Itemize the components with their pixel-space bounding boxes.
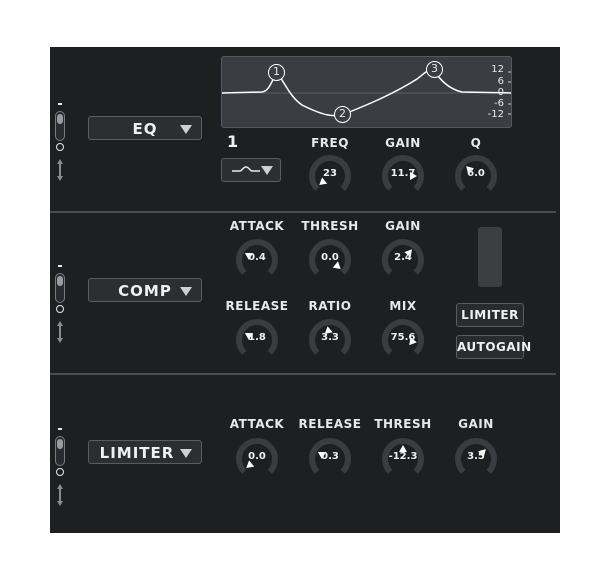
drag-handle-icon[interactable] [57, 484, 63, 506]
toggle-track [55, 273, 65, 303]
comp-ratio-knob[interactable]: 3.3 [308, 318, 352, 362]
eq-freq-label: FREQ [311, 136, 349, 150]
drag-handle-icon[interactable] [57, 321, 63, 343]
on-tick [58, 265, 62, 267]
eq-q-label: Q [470, 136, 482, 150]
eq-scale-minus12: -12 [487, 109, 504, 120]
eq-node-1[interactable]: 1 [268, 64, 285, 81]
autogain-button[interactable]: AUTOGAIN [456, 335, 531, 359]
off-ring-icon [56, 468, 64, 476]
comp-ratio-value: 3.3 [321, 332, 339, 343]
comp-thresh-label: THRESH [301, 219, 359, 233]
eq-gain-knob[interactable]: 11.7 [381, 154, 425, 198]
limiter-release-knob[interactable]: 0.3 [308, 437, 352, 481]
comp-attack-knob[interactable]: 0.4 [235, 238, 279, 282]
comp-module-select[interactable]: COMP [88, 278, 202, 302]
comp-mix-label: MIX [389, 299, 417, 313]
limiter-thresh-value: -12.3 [388, 451, 418, 462]
chevron-down-icon [261, 166, 273, 175]
eq-bypass-toggle[interactable] [53, 103, 67, 183]
chevron-down-icon [180, 287, 192, 296]
limiter-button[interactable]: LIMITER [456, 303, 524, 327]
eq-scale-minus6: -6 [494, 98, 504, 109]
off-ring-icon [56, 305, 64, 313]
off-ring-icon [56, 143, 64, 151]
on-tick [58, 428, 62, 430]
eq-q-knob[interactable]: 6.0 [454, 154, 498, 198]
eq-node-2[interactable]: 2 [334, 106, 351, 123]
eq-scale-0: 0 [497, 87, 504, 98]
comp-release-value: 1.8 [248, 332, 266, 343]
limiter-gain-label: GAIN [458, 417, 494, 431]
bell-filter-icon [232, 166, 260, 172]
gain-reduction-meter [478, 227, 502, 287]
eq-curve-svg [222, 68, 511, 117]
comp-release-label: RELEASE [225, 299, 289, 313]
limiter-module-select[interactable]: LIMITER [88, 440, 202, 464]
eq-node-3[interactable]: 3 [426, 61, 443, 78]
filter-shape-select[interactable] [221, 158, 281, 182]
toggle-track [55, 111, 65, 141]
comp-attack-label: ATTACK [229, 219, 285, 233]
limiter-module-label: LIMITER [99, 444, 175, 462]
comp-mix-knob[interactable]: 75.6 [381, 318, 425, 362]
limiter-attack-value: 0.0 [248, 451, 266, 462]
comp-ratio-label: RATIO [308, 299, 352, 313]
limiter-thresh-knob[interactable]: -12.3 [381, 437, 425, 481]
comp-thresh-knob[interactable]: 0.0 [308, 238, 352, 282]
eq-curve-display[interactable]: 1 2 3 12 6 0 -6 -12 [221, 56, 512, 128]
chevron-down-icon [180, 449, 192, 458]
comp-thresh-value: 0.0 [321, 252, 339, 263]
chevron-down-icon [180, 125, 192, 134]
comp-release-knob[interactable]: 1.8 [235, 318, 279, 362]
comp-mix-value: 75.6 [390, 332, 416, 343]
limiter-attack-knob[interactable]: 0.0 [235, 437, 279, 481]
comp-gain-label: GAIN [385, 219, 421, 233]
limiter-gain-value: 3.5 [467, 451, 485, 462]
comp-gain-knob[interactable]: 2.4 [381, 238, 425, 282]
eq-q-value: 6.0 [467, 168, 485, 179]
section-divider [50, 373, 556, 375]
eq-scale-6: 6 [497, 76, 504, 87]
section-divider [50, 211, 556, 213]
eq-freq-knob[interactable]: 23 [308, 154, 352, 198]
comp-bypass-toggle[interactable] [53, 265, 67, 345]
eq-module-select[interactable]: EQ [88, 116, 202, 140]
limiter-release-label: RELEASE [298, 417, 362, 431]
limiter-attack-label: ATTACK [229, 417, 285, 431]
toggle-track [55, 436, 65, 466]
limiter-bypass-toggle[interactable] [53, 428, 67, 508]
limiter-gain-knob[interactable]: 3.5 [454, 437, 498, 481]
toggle-thumb [57, 276, 63, 286]
toggle-thumb [57, 114, 63, 124]
eq-band-number: 1 [227, 132, 239, 151]
eq-gain-label: GAIN [385, 136, 421, 150]
toggle-thumb [57, 439, 63, 449]
limiter-thresh-label: THRESH [374, 417, 432, 431]
comp-gain-value: 2.4 [394, 252, 412, 263]
eq-gain-value: 11.7 [390, 168, 416, 179]
eq-scale-12: 12 [491, 64, 504, 75]
comp-attack-value: 0.4 [248, 252, 266, 263]
on-tick [58, 103, 62, 105]
limiter-release-value: 0.3 [321, 451, 339, 462]
eq-freq-value: 23 [323, 168, 337, 179]
drag-handle-icon[interactable] [57, 159, 63, 181]
